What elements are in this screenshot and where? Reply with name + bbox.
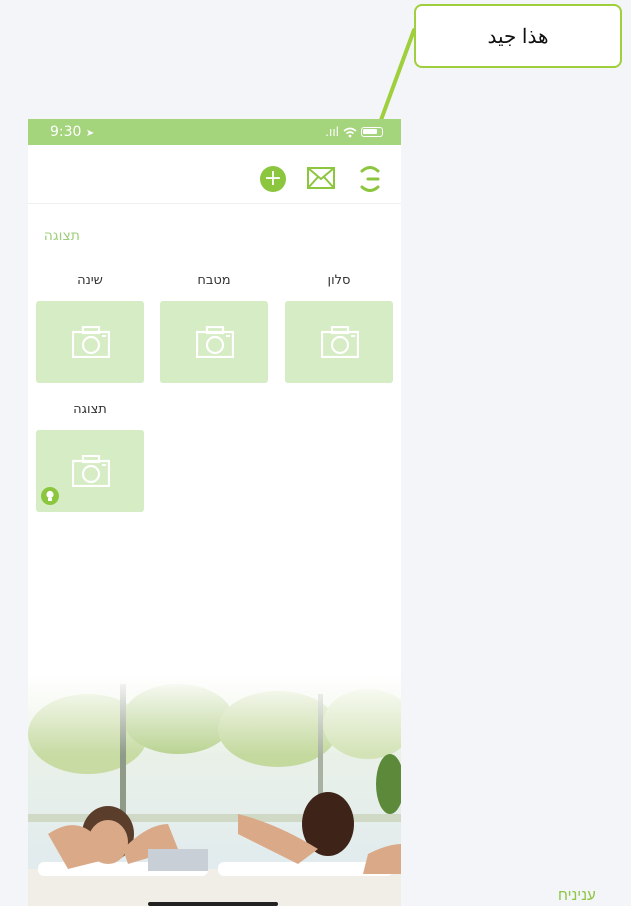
battery-icon bbox=[361, 127, 383, 137]
phone-screen: 9:30 ➤ .ııl + תצוגה סלון מטבח שינה תצוגה bbox=[28, 119, 401, 906]
status-bar: 9:30 ➤ .ııl bbox=[28, 119, 401, 145]
location-icon: ➤ bbox=[85, 128, 95, 139]
camera-icon bbox=[72, 455, 110, 487]
add-button[interactable]: + bbox=[260, 166, 286, 192]
room-tile-display[interactable]: תצוגה bbox=[36, 402, 144, 512]
camera-icon bbox=[321, 326, 359, 358]
lightbulb-icon[interactable] bbox=[41, 487, 59, 505]
signal-icon: .ııl bbox=[325, 125, 339, 139]
envelope-icon[interactable] bbox=[307, 167, 335, 189]
room-label: שינה bbox=[77, 273, 103, 288]
footer-text: עניניח bbox=[558, 887, 596, 904]
plus-circle-icon: + bbox=[263, 166, 283, 191]
living-room-photo bbox=[28, 674, 401, 906]
room-label: מטבח bbox=[197, 273, 231, 288]
room-tile-bedroom[interactable]: שינה bbox=[36, 273, 144, 383]
refresh-icon[interactable] bbox=[358, 165, 382, 193]
status-indicators: .ııl bbox=[325, 125, 383, 139]
status-time: 9:30 ➤ bbox=[50, 124, 95, 140]
wifi-icon bbox=[343, 127, 357, 137]
room-label: סלון bbox=[327, 273, 351, 288]
section-title: תצוגה bbox=[43, 228, 80, 244]
top-toolbar: + bbox=[28, 145, 401, 204]
annotation-callout: هذا جيد bbox=[414, 4, 622, 68]
room-label: תצוגה bbox=[73, 402, 107, 417]
room-tile-salon[interactable]: סלון bbox=[285, 273, 393, 383]
room-card[interactable] bbox=[36, 430, 144, 512]
room-card[interactable] bbox=[285, 301, 393, 383]
camera-icon bbox=[196, 326, 234, 358]
room-tile-kitchen[interactable]: מטבח bbox=[160, 273, 268, 383]
room-card[interactable] bbox=[160, 301, 268, 383]
camera-icon bbox=[72, 326, 110, 358]
room-card[interactable] bbox=[36, 301, 144, 383]
